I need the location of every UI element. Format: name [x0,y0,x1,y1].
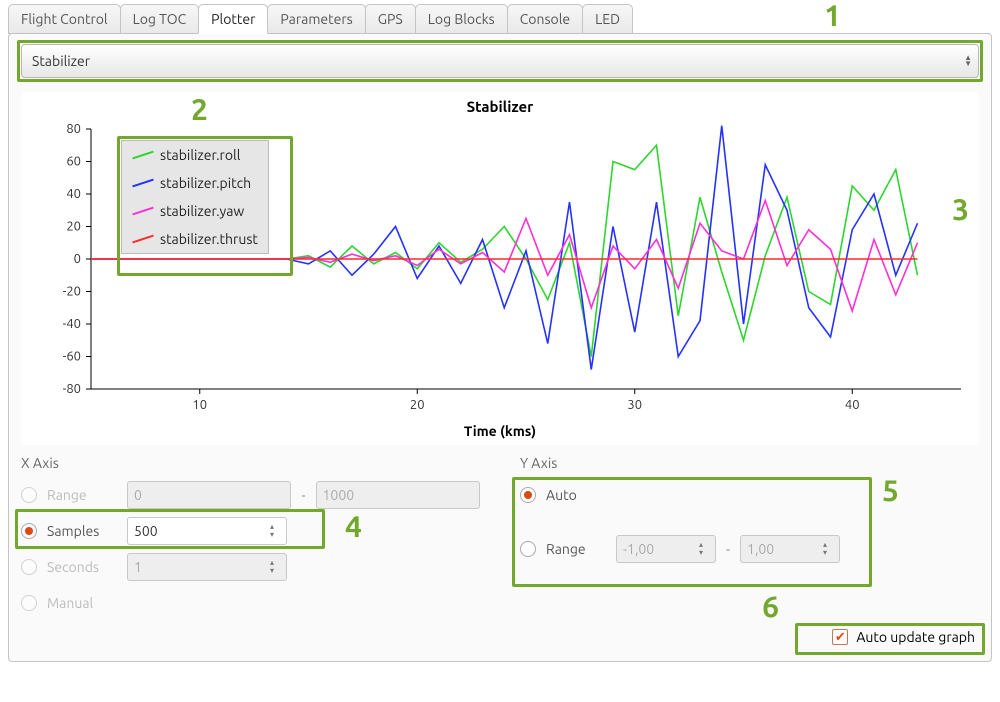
x-range-to-field: 1000 [316,481,480,509]
svg-text:60: 60 [66,155,81,169]
tab-strip: Flight ControlLog TOCPlotterParametersGP… [0,0,1000,34]
y-range-to-field: 1,00 ▴▾ [740,535,840,563]
tab-log-blocks[interactable]: Log Blocks [415,4,508,34]
y-range-from-field: -1,00 ▴▾ [616,535,716,563]
auto-update-label: Auto update graph [856,629,975,645]
tab-console[interactable]: Console [507,4,583,34]
legend-label: stabilizer.yaw [160,203,244,219]
legend-item: stabilizer.roll [122,141,268,169]
stepper-icon: ▴▾ [270,556,284,578]
svg-text:80: 80 [66,122,81,136]
y-axis-column: Y Axis Auto Range -1,00 ▴▾ - 1,00 ▴▾ 5 [520,455,979,621]
x-seconds-field: 1 ▴▾ [127,553,287,581]
svg-text:30: 30 [627,398,642,412]
svg-text:40: 40 [845,398,860,412]
x-range-from-field: 0 [127,481,291,509]
tab-led[interactable]: LED [582,4,633,34]
x-range-label: Range [47,487,117,503]
svg-text:0: 0 [74,252,81,266]
tab-plotter[interactable]: Plotter [198,4,268,34]
x-axis-column: X Axis Range 0 - 1000 Samples 500 ▴▾ [21,455,480,621]
svg-text:-40: -40 [63,317,81,331]
x-seconds-radio[interactable] [21,559,37,575]
x-range-radio[interactable] [21,487,37,503]
chart-title: Stabilizer [31,98,969,115]
y-auto-label: Auto [546,487,616,503]
legend-swatch-icon [132,235,154,244]
tab-log-toc[interactable]: Log TOC [120,4,200,34]
svg-text:40: 40 [66,187,81,201]
stepper-icon: ▴▾ [823,538,837,560]
annotation-4: 4 [345,509,362,543]
svg-text:-60: -60 [63,350,81,364]
y-range-label: Range [546,541,606,557]
x-samples-field[interactable]: 500 ▴▾ [127,517,287,545]
x-seconds-label: Seconds [47,559,117,575]
tab-parameters[interactable]: Parameters [267,4,365,34]
x-axis-label: Time (kms) [31,423,969,439]
svg-text:-80: -80 [63,382,81,396]
svg-text:20: 20 [66,220,81,234]
legend-swatch-icon [132,207,154,216]
legend-item: stabilizer.pitch [122,169,268,197]
legend-swatch-icon [132,151,154,160]
tab-gps[interactable]: GPS [365,4,416,34]
plotter-panel: Stabilizer ▲▼ 1 Stabilizer -80-60-40-200… [8,33,992,662]
y-auto-radio[interactable] [520,487,536,503]
legend-label: stabilizer.pitch [160,175,251,191]
chart-legend: stabilizer.roll stabilizer.pitch stabilize… [121,140,269,254]
legend-item: stabilizer.thrust [122,225,268,253]
svg-text:-20: -20 [63,285,81,299]
svg-text:10: 10 [192,398,207,412]
chart-area: Stabilizer -80 -60 -40 -20 0 20 40 60 80 10 20 30 40… [21,92,979,445]
stepper-icon[interactable]: ▴▾ [270,520,284,542]
y-axis-heading: Y Axis [520,455,979,471]
x-samples-radio[interactable] [21,523,37,539]
x-manual-label: Manual [47,595,93,611]
legend-item: stabilizer.yaw [122,197,268,225]
legend-label: stabilizer.thrust [160,231,258,247]
legend-swatch-icon [132,179,154,188]
axis-controls: X Axis Range 0 - 1000 Samples 500 ▴▾ [21,455,979,621]
x-manual-radio[interactable] [21,595,37,611]
plot-select-dropdown[interactable]: Stabilizer ▲▼ [21,44,979,78]
dropdown-spinner-icon: ▲▼ [964,55,972,67]
stepper-icon: ▴▾ [699,538,713,560]
tab-flight-control[interactable]: Flight Control [8,4,121,34]
x-axis-heading: X Axis [21,455,480,471]
legend-label: stabilizer.roll [160,147,240,163]
auto-update-checkbox[interactable]: ✔ [832,629,848,645]
svg-text:20: 20 [410,398,425,412]
x-samples-label: Samples [47,523,117,539]
y-range-radio[interactable] [520,541,536,557]
plot-select-value: Stabilizer [32,53,90,69]
